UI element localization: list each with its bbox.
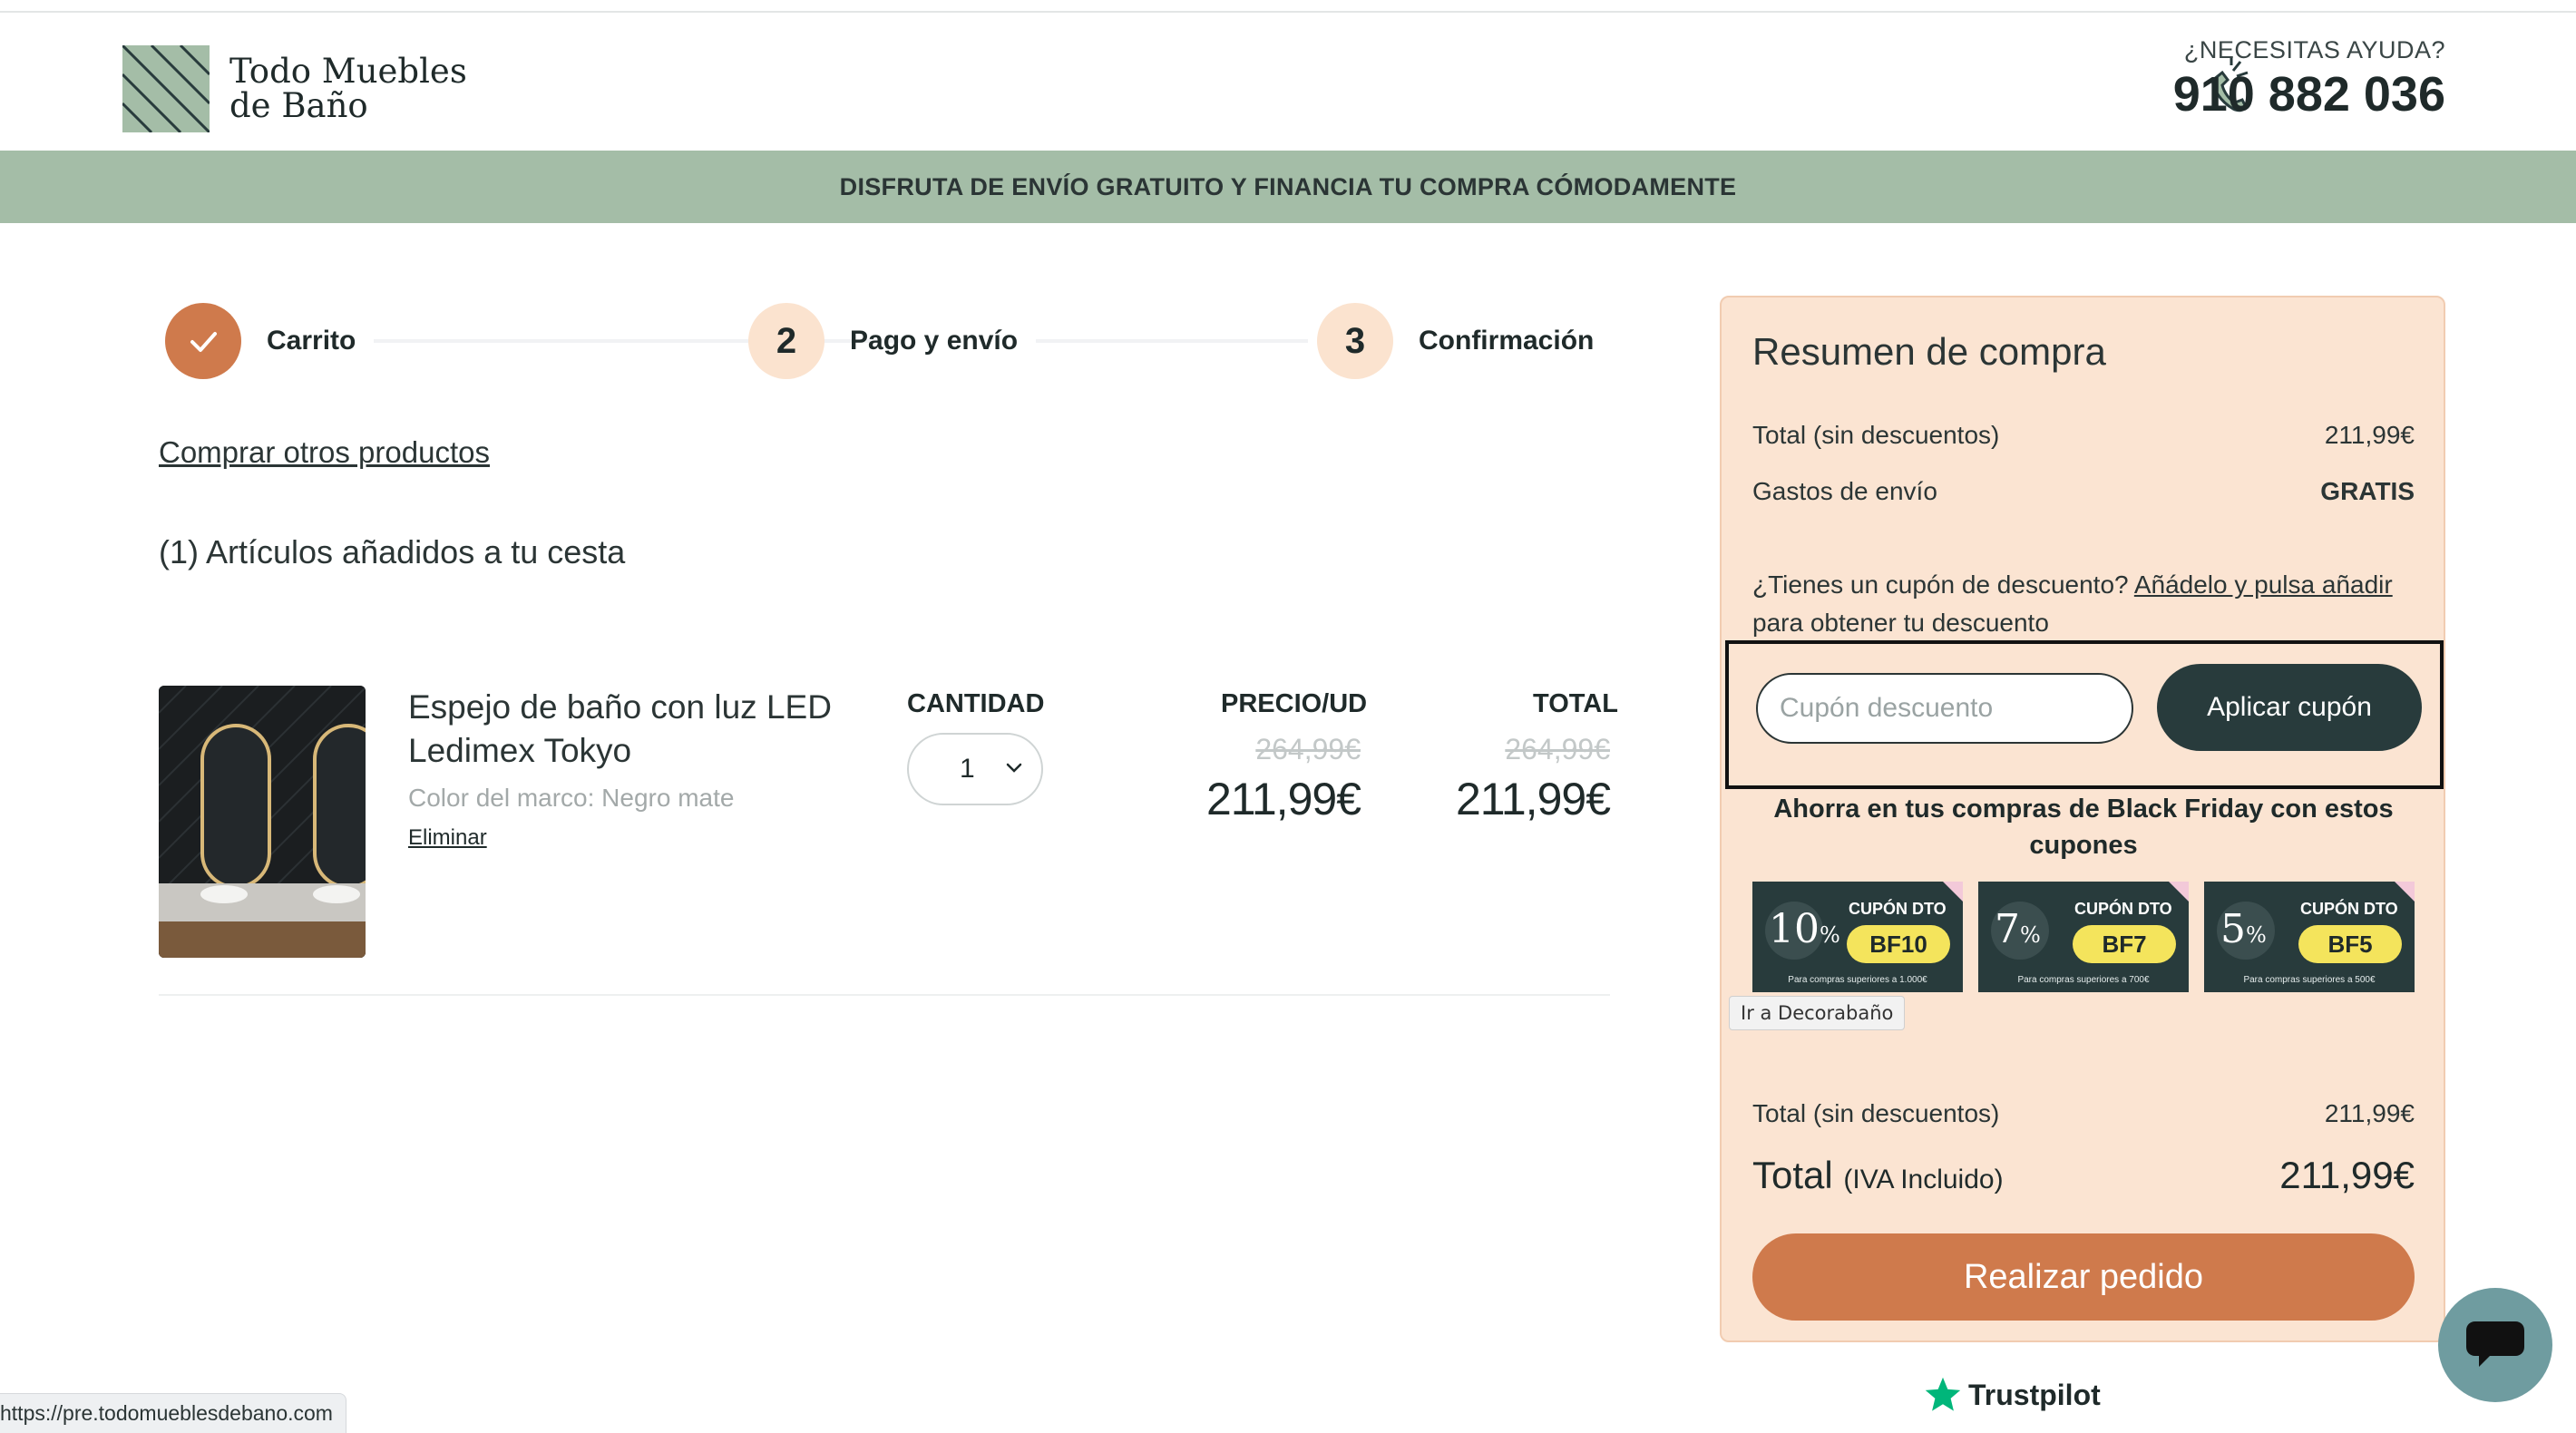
coupon-corner — [1943, 882, 1963, 902]
total-price-current: 211,99€ — [1455, 774, 1611, 824]
summary-total-nodiscount-row: Total (sin descuentos) 211,99€ — [1752, 1099, 2415, 1128]
coupon-note: Para compras superiores a 700€ — [2017, 975, 2150, 985]
site-header: Todo Muebles de Baño ¿NECESITAS AYUDA? 9… — [0, 13, 2576, 151]
coupon-add-link[interactable]: Añádelo y pulsa añadir — [2134, 570, 2393, 599]
link-tooltip: Ir a Decorabaño — [1729, 996, 1906, 1030]
trustpilot-badge[interactable]: Trustpilot — [1923, 1375, 2101, 1415]
shipping-value: GRATIS — [2320, 477, 2415, 505]
column-header-unit-price: PRECIO/UD — [1221, 689, 1368, 718]
coupon-note: Para compras superiores a 1.000€ — [1788, 975, 1927, 985]
coupon-corner — [2169, 882, 2189, 902]
coupon-code: BF10 — [1847, 925, 1950, 963]
unit-price-original: 264,99€ — [1255, 733, 1361, 765]
summary-total-row: Total (IVA Incluido) 211,99€ — [1752, 1154, 2415, 1197]
brand-line-2: de Baño — [229, 86, 368, 125]
coupon-percent: 7% — [1995, 906, 2041, 952]
summary-shipping-row: Gastos de envío GRATIS — [1752, 477, 2415, 506]
coupon-card-bf10[interactable]: 10% CUPÓN DTO BF10 Para compras superior… — [1752, 882, 1963, 992]
step-payment: 2 Pago y envío — [748, 303, 1018, 379]
total-price-original: 264,99€ — [1505, 733, 1610, 765]
unit-price-current: 211,99€ — [1205, 774, 1361, 824]
column-header-total: TOTAL — [1533, 689, 1618, 718]
step-payment-label: Pago y envío — [850, 326, 1019, 356]
coupon-prompt: ¿Tienes un cupón de descuento? — [1752, 570, 2134, 599]
quantity-value: 1 — [960, 754, 975, 784]
checkout-steps: Carrito 2 Pago y envío 3 Confirmación — [165, 303, 1616, 385]
total-value: 211,99€ — [2279, 1154, 2415, 1196]
coupon-suffix: para obtener tu descuento — [1752, 609, 2049, 637]
subtotal-value: 211,99€ — [2324, 421, 2415, 449]
coupon-note: Para compras superiores a 500€ — [2243, 975, 2376, 985]
step-cart: Carrito — [165, 303, 356, 379]
brand-line-1: Todo Muebles — [229, 52, 467, 91]
chat-bubble-icon — [2466, 1321, 2524, 1367]
help-label: ¿NECESITAS AYUDA? — [2183, 36, 2445, 63]
promo-banner-text: DISFRUTA DE ENVÍO GRATUITO Y FINANCIA TU… — [839, 172, 1737, 200]
product-name[interactable]: Espejo de baño con luz LED Ledimex Tokyo — [408, 686, 880, 773]
shop-other-products-link[interactable]: Comprar otros productos — [159, 435, 490, 470]
total-label: Total (IVA Incluido) — [1752, 1154, 2004, 1196]
coupon-percent: 5% — [2220, 906, 2267, 952]
coupon-label: CUPÓN DTO — [2074, 900, 2172, 918]
place-order-button[interactable]: Realizar pedido — [1752, 1233, 2415, 1321]
column-header-quantity: CANTIDAD — [907, 689, 1045, 718]
browser-status-url: https://pre.todomueblesdebano.com — [0, 1393, 346, 1433]
step-connector — [1036, 339, 1308, 343]
remove-item-link[interactable]: Eliminar — [408, 825, 487, 851]
trustpilot-label: Trustpilot — [1968, 1378, 2101, 1411]
total-vat-note: (IVA Incluido) — [1843, 1165, 2004, 1194]
step-payment-number: 2 — [748, 303, 825, 379]
coupon-instructions: ¿Tienes un cupón de descuento? Añádelo y… — [1752, 566, 2415, 642]
black-friday-text: Ahorra en tus compras de Black Friday co… — [1773, 794, 2394, 860]
total-nodiscount-label: Total (sin descuentos) — [1752, 1099, 2000, 1127]
shipping-label: Gastos de envío — [1752, 477, 1937, 505]
summary-subtotal-row: Total (sin descuentos) 211,99€ — [1752, 421, 2415, 450]
site-logo[interactable]: Todo Muebles de Baño — [122, 45, 467, 132]
promo-banner: DISFRUTA DE ENVÍO GRATUITO Y FINANCIA TU… — [0, 151, 2576, 223]
coupon-label: CUPÓN DTO — [1849, 900, 1947, 918]
cart-items-count: (1) Artículos añadidos a tu cesta — [159, 533, 626, 570]
chevron-down-icon — [1006, 763, 1022, 773]
coupon-label: CUPÓN DTO — [2300, 900, 2398, 918]
help-contact: ¿NECESITAS AYUDA? 910 882 036 — [2173, 36, 2445, 122]
quantity-select[interactable]: 1 — [907, 733, 1043, 805]
coupon-percent: 10% — [1769, 906, 1840, 952]
coupon-code: BF7 — [2073, 925, 2176, 963]
total-nodiscount-value: 211,99€ — [2324, 1099, 2415, 1127]
coupon-input[interactable] — [1756, 673, 2133, 744]
product-variant: Color del marco: Negro mate — [408, 784, 735, 812]
apply-coupon-button[interactable]: Aplicar cupón — [2157, 664, 2422, 751]
coupon-form: Aplicar cupón — [1725, 640, 2444, 789]
star-icon — [1925, 1377, 1961, 1411]
coupon-list: 10% CUPÓN DTO BF10 Para compras superior… — [1752, 882, 2415, 992]
coupon-card-bf5[interactable]: 5% CUPÓN DTO BF5 Para compras superiores… — [2204, 882, 2415, 992]
product-image[interactable] — [159, 686, 366, 958]
help-phone-number[interactable]: 910 882 036 — [2173, 66, 2445, 122]
logo-mark-icon — [122, 45, 210, 132]
browser-top-line — [0, 0, 2576, 13]
summary-title: Resumen de compra — [1752, 330, 2106, 373]
coupon-code: BF5 — [2298, 925, 2402, 963]
step-confirmation-label: Confirmación — [1419, 326, 1595, 356]
coupon-corner — [2395, 882, 2415, 902]
check-icon — [190, 332, 217, 352]
row-divider — [159, 994, 1610, 996]
step-confirmation-number: 3 — [1317, 303, 1393, 379]
step-confirmation: 3 Confirmación — [1317, 303, 1594, 379]
subtotal-label: Total (sin descuentos) — [1752, 421, 2000, 449]
order-summary-panel: Resumen de compra Total (sin descuentos)… — [1720, 296, 2445, 1342]
step-cart-label: Carrito — [267, 326, 356, 356]
step-cart-circle — [165, 303, 241, 379]
coupon-card-bf7[interactable]: 7% CUPÓN DTO BF7 Para compras superiores… — [1978, 882, 2189, 992]
chat-button[interactable] — [2438, 1288, 2552, 1402]
brand-name: Todo Muebles de Baño — [229, 54, 467, 123]
mirror-product-picture — [159, 686, 366, 958]
